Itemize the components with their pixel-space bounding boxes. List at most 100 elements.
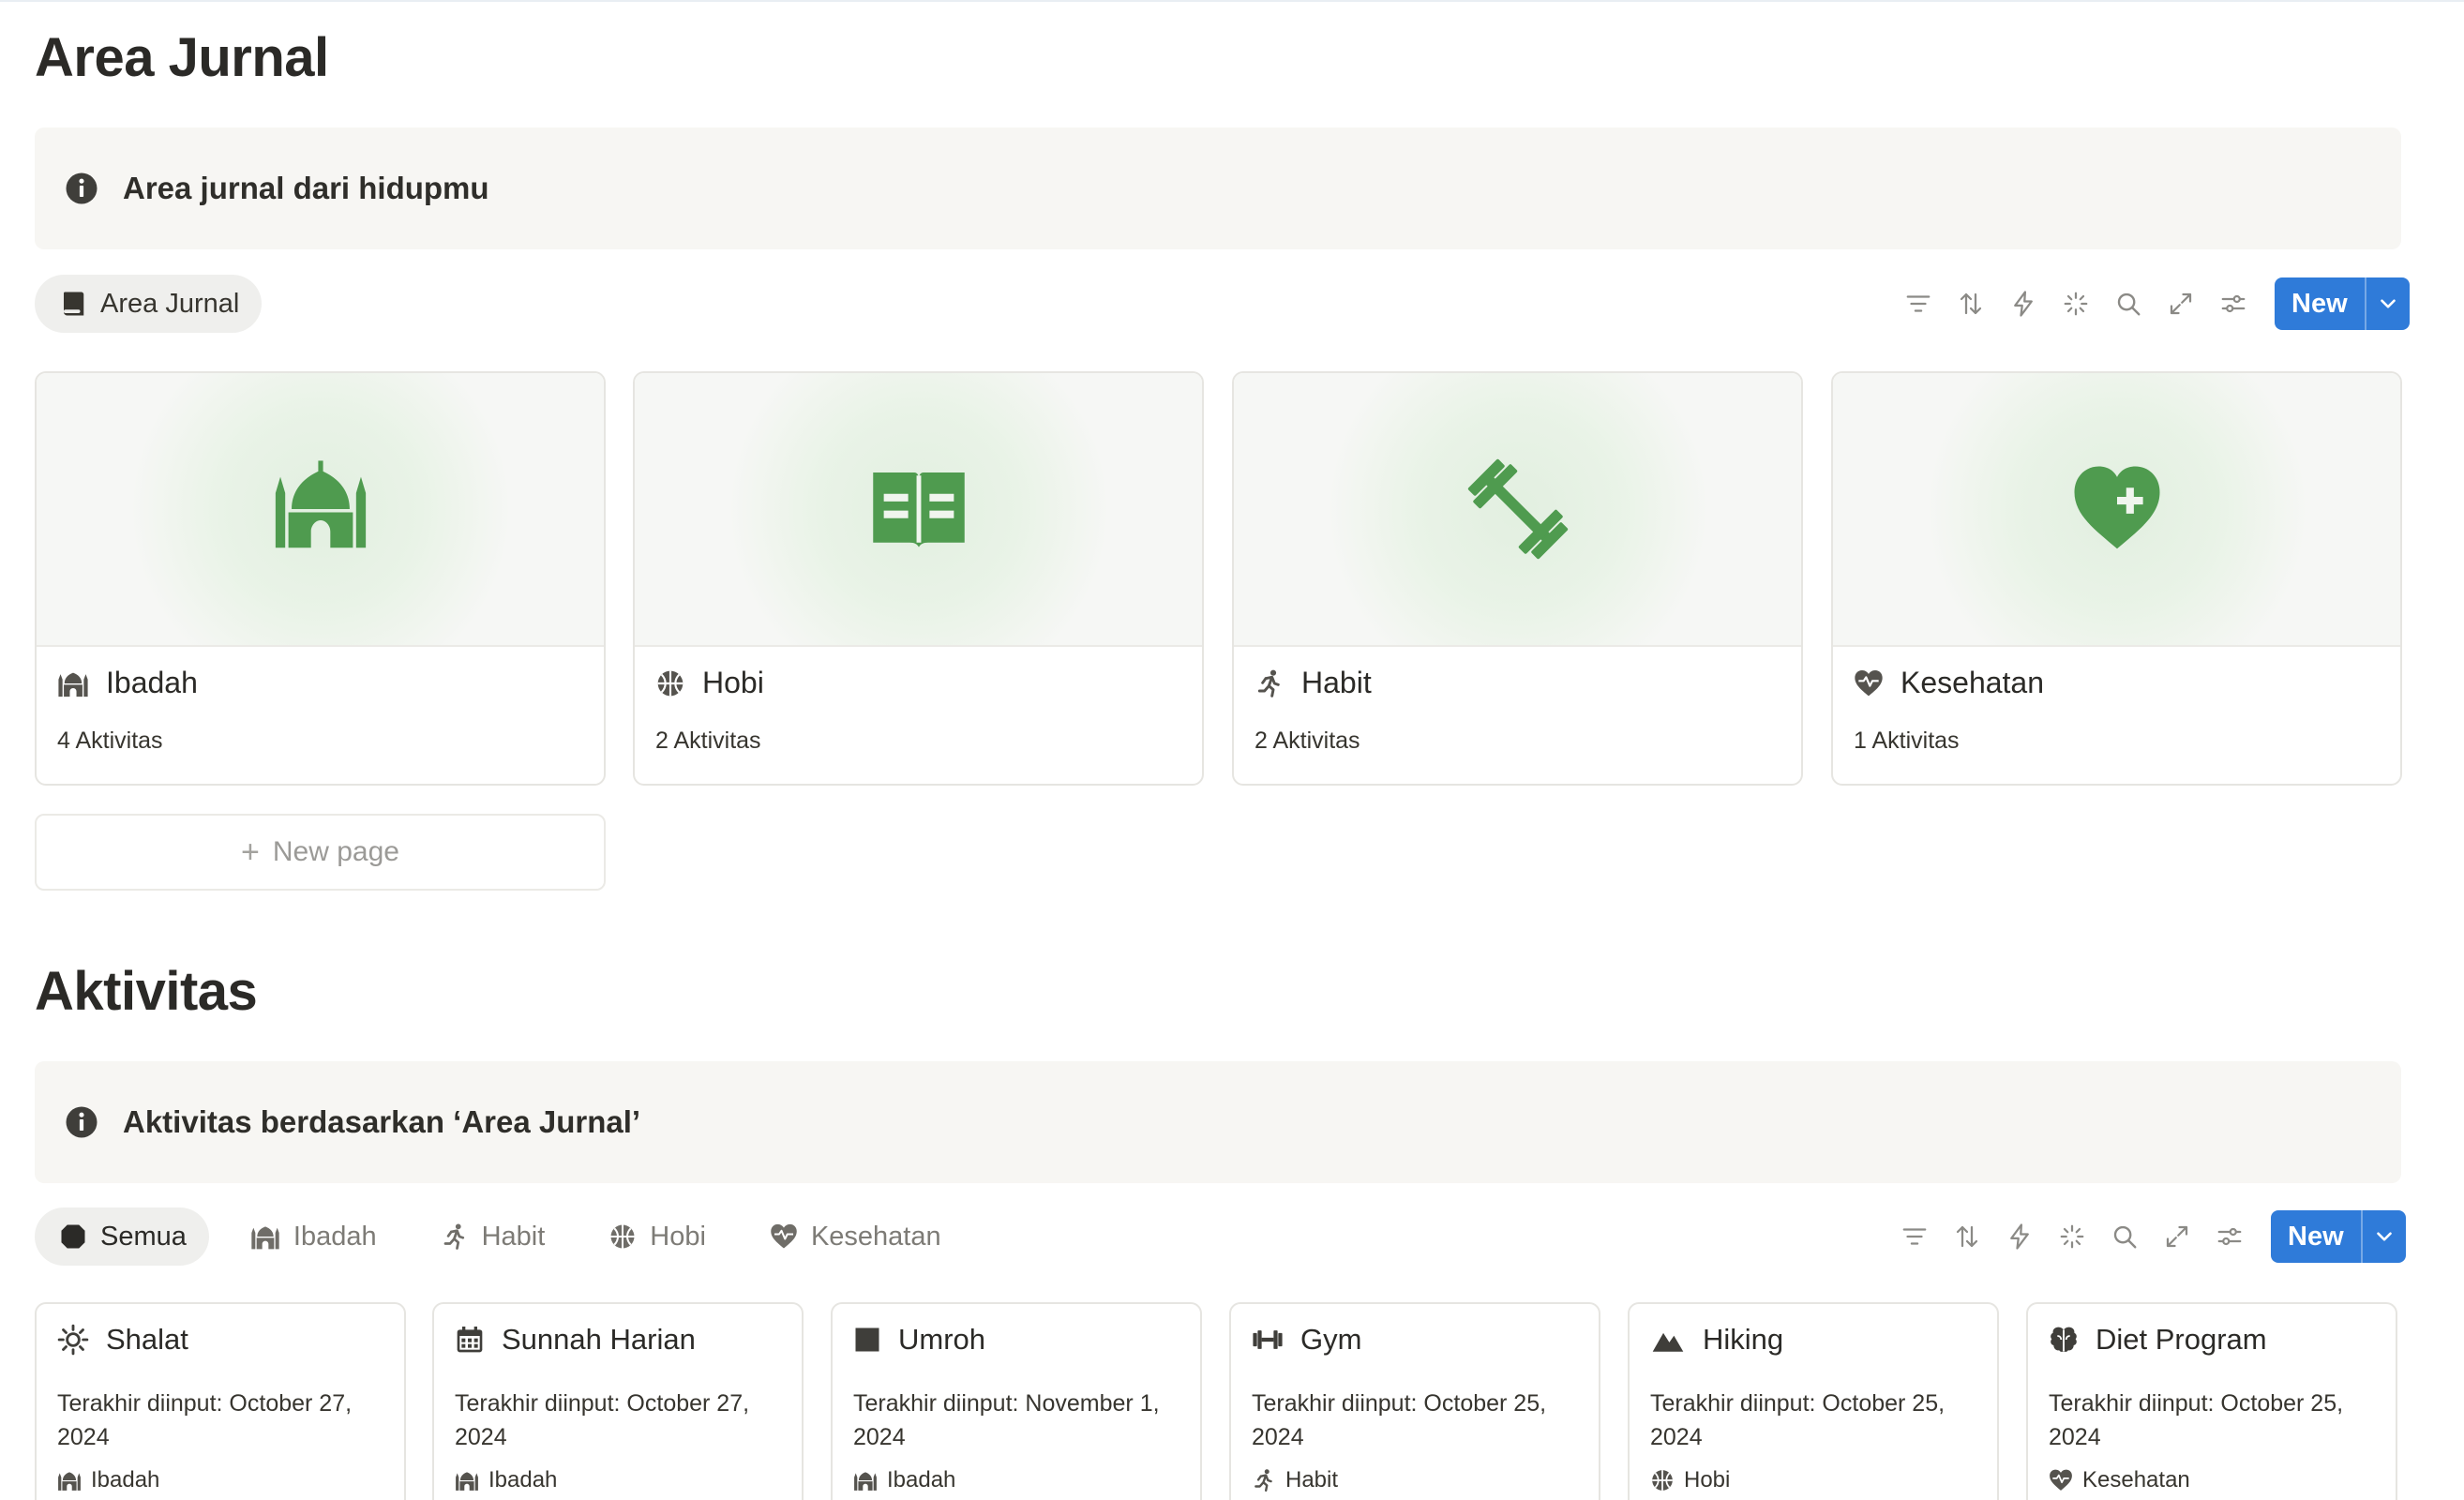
top-divider <box>0 0 2464 2</box>
filter-button[interactable] <box>1888 1210 1941 1263</box>
view-tab-area-jurnal[interactable]: Area Jurnal <box>35 275 263 333</box>
expand-button[interactable] <box>2151 1210 2203 1263</box>
sort-button[interactable] <box>1941 1210 1993 1263</box>
card-count: 2 Aktivitas <box>655 728 761 754</box>
relation-label: Habit <box>1285 1467 1339 1492</box>
automation-button[interactable] <box>1993 1210 2046 1263</box>
database-toolbar-1: New <box>1892 278 2410 330</box>
card-cover <box>1833 373 2400 647</box>
tab-semua[interactable]: Semua <box>35 1208 209 1266</box>
search-button[interactable] <box>2098 1210 2151 1263</box>
sparkle-icon <box>2062 290 2090 318</box>
card-title: Ibadah <box>57 666 198 700</box>
new-dropdown-button[interactable] <box>2360 1210 2406 1263</box>
octagon-icon <box>59 1222 87 1251</box>
brain-icon <box>2049 1325 2079 1355</box>
new-page-button[interactable]: + New page <box>35 814 606 891</box>
lightning-icon <box>2006 1222 2034 1251</box>
running-icon <box>1252 1468 1276 1492</box>
mosque-icon <box>853 1468 878 1492</box>
search-icon <box>2111 1222 2139 1251</box>
area-card-hobi[interactable]: Hobi 2 Aktivitas <box>633 371 1204 786</box>
area-card-ibadah[interactable]: Ibadah 4 Aktivitas <box>35 371 606 786</box>
activity-card-gym[interactable]: Gym Terakhir diinput: October 25, 2024 H… <box>1229 1302 1600 1500</box>
view-tabs: Semua Ibadah Habit Hobi Kesehatan <box>35 1208 981 1266</box>
view-tab-label: Area Jurnal <box>100 288 240 319</box>
card-cover <box>1234 373 1801 647</box>
card-area-relation[interactable]: Ibadah <box>57 1467 159 1493</box>
filter-button[interactable] <box>1892 278 1945 330</box>
relation-label: Ibadah <box>91 1467 160 1492</box>
card-title: Gym <box>1252 1323 1361 1357</box>
relation-label: Ibadah <box>887 1467 956 1492</box>
card-last-input: Terakhir diinput: October 27, 2024 <box>455 1390 750 1450</box>
new-page-label: New page <box>272 836 399 867</box>
expand-button[interactable] <box>2155 278 2207 330</box>
settings-button[interactable] <box>2203 1210 2256 1263</box>
new-button-group: New <box>2271 1210 2406 1263</box>
card-last-input: Terakhir diinput: October 25, 2024 <box>1252 1390 1547 1450</box>
sort-icon <box>1953 1222 1981 1251</box>
new-dropdown-button[interactable] <box>2364 278 2410 330</box>
tab-ibadah[interactable]: Ibadah <box>226 1208 399 1266</box>
sort-button[interactable] <box>1945 278 1997 330</box>
card-area-relation[interactable]: Hobi <box>1650 1467 1730 1493</box>
card-title: Umroh <box>853 1323 985 1357</box>
card-title-text: Umroh <box>898 1323 986 1356</box>
card-area-relation[interactable]: Habit <box>1252 1467 1338 1493</box>
sort-icon <box>1957 290 1985 318</box>
ai-button[interactable] <box>2046 1210 2098 1263</box>
card-title-text: Kesehatan <box>1901 666 2045 699</box>
card-last-input: Terakhir diinput: October 25, 2024 <box>2049 1390 2344 1450</box>
automation-button[interactable] <box>1997 278 2050 330</box>
activity-card-hiking[interactable]: Hiking Terakhir diinput: October 25, 202… <box>1628 1302 1999 1500</box>
mosque-icon <box>57 1468 82 1492</box>
page-title-area-jurnal: Area Jurnal <box>35 27 329 88</box>
card-title-text: Shalat <box>106 1323 188 1356</box>
card-title-text: Hobi <box>702 666 764 699</box>
tab-hobi[interactable]: Hobi <box>584 1208 729 1266</box>
card-title: Kesehatan <box>1854 666 2044 700</box>
activity-card-sunnah-harian[interactable]: Sunnah Harian Terakhir diinput: October … <box>432 1302 804 1500</box>
tab-label: Semua <box>100 1221 187 1252</box>
card-count: 2 Aktivitas <box>1255 728 1360 754</box>
callout-aktivitas: Aktivitas berdasarkan ‘Area Jurnal’ <box>35 1061 2401 1183</box>
sliders-icon <box>2216 1222 2244 1251</box>
card-title-text: Ibadah <box>106 666 198 699</box>
card-title: Hiking <box>1650 1323 1783 1357</box>
chevron-down-icon <box>2372 1224 2396 1249</box>
basketball-icon <box>1650 1468 1675 1492</box>
card-title: Shalat <box>57 1323 188 1357</box>
tab-habit[interactable]: Habit <box>416 1208 568 1266</box>
activity-card-shalat[interactable]: Shalat Terakhir diinput: October 27, 202… <box>35 1302 406 1500</box>
activity-card-diet-program[interactable]: Diet Program Terakhir diinput: October 2… <box>2026 1302 2397 1500</box>
info-icon <box>65 172 98 205</box>
new-button[interactable]: New <box>2271 1210 2361 1263</box>
activity-card-umroh[interactable]: Umroh Terakhir diinput: November 1, 2024… <box>831 1302 1202 1500</box>
basketball-icon <box>608 1222 637 1251</box>
relation-label: Kesehatan <box>2082 1467 2190 1492</box>
card-title: Hobi <box>655 666 764 700</box>
card-title-text: Sunnah Harian <box>502 1323 696 1356</box>
card-area-relation[interactable]: Ibadah <box>455 1467 557 1493</box>
relation-label: Hobi <box>1684 1467 1731 1492</box>
tab-label: Kesehatan <box>810 1221 941 1252</box>
card-title-text: Hiking <box>1703 1323 1784 1356</box>
card-area-relation[interactable]: Ibadah <box>853 1467 955 1493</box>
chevron-down-icon <box>2376 292 2400 316</box>
card-title: Sunnah Harian <box>455 1323 696 1357</box>
area-card-kesehatan[interactable]: Kesehatan 1 Aktivitas <box>1831 371 2402 786</box>
callout-area-jurnal: Area jurnal dari hidupmu <box>35 128 2401 249</box>
area-card-habit[interactable]: Habit 2 Aktivitas <box>1232 371 1803 786</box>
settings-button[interactable] <box>2207 278 2260 330</box>
ai-button[interactable] <box>2050 278 2102 330</box>
card-area-relation[interactable]: Kesehatan <box>2049 1467 2190 1493</box>
barbell-icon <box>1461 452 1575 566</box>
new-button[interactable]: New <box>2275 278 2365 330</box>
lightning-icon <box>2009 290 2037 318</box>
search-button[interactable] <box>2102 278 2155 330</box>
filter-icon <box>1904 290 1932 318</box>
tab-kesehatan[interactable]: Kesehatan <box>745 1208 964 1266</box>
card-last-input: Terakhir diinput: October 27, 2024 <box>57 1390 353 1450</box>
filter-icon <box>1901 1222 1929 1251</box>
